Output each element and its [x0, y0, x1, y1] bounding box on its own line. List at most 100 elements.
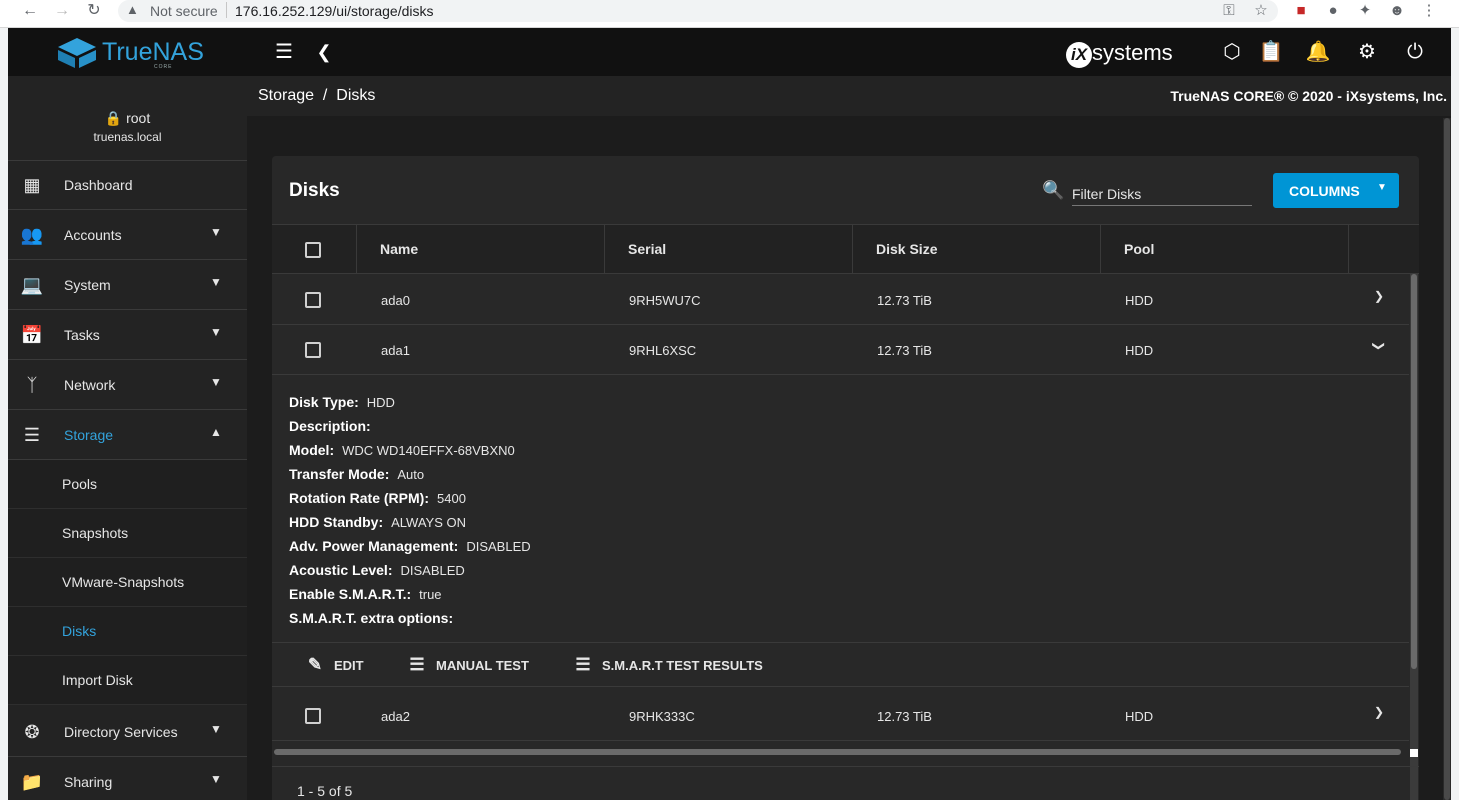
- caret-down-icon: ▼: [210, 772, 222, 786]
- chevron-right-icon[interactable]: ❯: [1374, 289, 1384, 303]
- key-icon[interactable]: ⚿: [1218, 0, 1240, 22]
- breadcrumb[interactable]: Storage / Disks: [258, 87, 375, 105]
- sidebar-item-network[interactable]: ᛉ Network ▼: [8, 361, 247, 410]
- list-icon: ☰: [575, 655, 591, 674]
- manual-test-button[interactable]: ☰ MANUAL TEST: [406, 655, 529, 675]
- sidebar-item-label: Directory Services: [64, 724, 178, 740]
- header-pool[interactable]: Pool: [1101, 225, 1349, 273]
- row-checkbox[interactable]: [305, 342, 321, 358]
- page-scrollbar[interactable]: [1443, 118, 1451, 800]
- clipboard-icon[interactable]: 📋: [1257, 38, 1285, 66]
- chevron-down-icon[interactable]: ❯: [1372, 341, 1386, 351]
- sidebar-item-label: Tasks: [64, 327, 100, 343]
- sidebar-subitem-label: Import Disk: [62, 672, 133, 688]
- top-bar: TrueNAS CORE ☰ ❮ iX systems ⬡ 📋 🔔 ⚙ ⏻: [8, 28, 1451, 76]
- url-text[interactable]: 176.16.252.129/ui/storage/disks: [235, 3, 433, 19]
- smart-results-label: S.M.A.R.T TEST RESULTS: [602, 658, 763, 673]
- detail-acoustic-level: Acoustic Level: DISABLED: [289, 562, 465, 578]
- disk-serial: 9RHL6XSC: [629, 343, 697, 358]
- sidebar-subitem-import-disk[interactable]: Import Disk: [8, 656, 247, 705]
- puzzle-icon[interactable]: ✦: [1354, 0, 1376, 22]
- scrollbar-thumb[interactable]: [1411, 274, 1417, 669]
- table-horizontal-scrollbar[interactable]: [274, 749, 1401, 755]
- menu-dots-icon[interactable]: ⋮: [1418, 0, 1440, 22]
- filter-box: 🔍: [1042, 178, 1254, 210]
- network-icon: ᛉ: [26, 375, 38, 395]
- header-serial[interactable]: Serial: [605, 225, 853, 273]
- detail-enable-smart: Enable S.M.A.R.T.: true: [289, 586, 442, 602]
- gear-icon[interactable]: ⚙: [1353, 38, 1381, 66]
- sidebar-item-directory-services[interactable]: ❂ Directory Services ▼: [8, 708, 247, 757]
- reload-icon[interactable]: ↻: [82, 0, 106, 22]
- table-row[interactable]: ada1 9RHL6XSC 12.73 TiB HDD ❯: [272, 325, 1409, 375]
- sidebar-subitem-snapshots[interactable]: Snapshots: [8, 509, 247, 558]
- power-icon[interactable]: ⏻: [1401, 38, 1429, 66]
- chevron-right-icon[interactable]: ❯: [1374, 705, 1384, 719]
- sidebar-item-label: Sharing: [64, 774, 113, 790]
- sidebar-item-system[interactable]: 💻 System ▼: [8, 261, 247, 310]
- star-icon[interactable]: ☆: [1250, 0, 1272, 22]
- people-icon: 👥: [20, 225, 44, 245]
- disk-serial: 9RHK333C: [629, 709, 695, 724]
- ix-text: systems: [1092, 40, 1173, 65]
- filter-disks-input[interactable]: [1072, 182, 1252, 206]
- detail-model: Model: WDC WD140EFFX-68VBXN0: [289, 442, 515, 458]
- disk-pool: HDD: [1125, 293, 1154, 308]
- hamburger-menu-icon[interactable]: ☰: [270, 38, 298, 66]
- profile-icon[interactable]: ☻: [1386, 0, 1408, 22]
- forward-icon[interactable]: →: [50, 0, 74, 22]
- row-checkbox[interactable]: [305, 708, 321, 724]
- truenas-logo[interactable]: TrueNAS CORE: [58, 36, 218, 70]
- sidebar-item-tasks[interactable]: 📅 Tasks ▼: [8, 311, 247, 360]
- sidebar-item-storage[interactable]: ☰ Storage ▲: [8, 411, 247, 460]
- bell-icon[interactable]: 🔔: [1304, 38, 1332, 66]
- disk-size: 12.73 TiB: [877, 293, 932, 308]
- page-title: Disks: [289, 180, 340, 201]
- sidebar-item-sharing[interactable]: 📁 Sharing ▼: [8, 758, 247, 800]
- address-bar[interactable]: ▲ Not secure 176.16.252.129/ui/storage/d…: [118, 0, 1278, 22]
- caret-up-icon: ▲: [210, 425, 222, 439]
- table-vertical-scrollbar[interactable]: [1410, 274, 1418, 800]
- dashboard-icon: ▦: [23, 175, 41, 195]
- laptop-icon: 💻: [20, 275, 44, 295]
- disk-details: Disk Type: HDD Description: Model: WDC WD1…: [272, 375, 1409, 643]
- edit-button[interactable]: ✎ EDIT: [304, 655, 364, 675]
- ixsystems-logo[interactable]: iX systems: [1066, 40, 1173, 68]
- table-row[interactable]: ada2 9RHK333C 12.73 TiB HDD ❯: [272, 691, 1409, 741]
- detail-hdd-standby: HDD Standby: ALWAYS ON: [289, 514, 467, 530]
- truenas-logo-icon: [58, 38, 96, 68]
- row-checkbox[interactable]: [305, 292, 321, 308]
- list-icon: ☰: [409, 655, 425, 674]
- sidebar-subitem-label: VMware-Snapshots: [62, 574, 185, 590]
- header-label: Pool: [1124, 241, 1155, 257]
- caret-down-icon: ▼: [1377, 182, 1387, 193]
- sidebar-item-accounts[interactable]: 👥 Accounts ▼: [8, 211, 247, 260]
- back-icon[interactable]: ←: [18, 0, 42, 22]
- pdf-extension-icon[interactable]: ■: [1290, 0, 1312, 22]
- columns-button[interactable]: COLUMNS ▼: [1273, 173, 1399, 208]
- smart-results-button[interactable]: ☰ S.M.A.R.T TEST RESULTS: [572, 655, 763, 675]
- disk-serial: 9RH5WU7C: [629, 293, 701, 308]
- scrollbar-corner: [1410, 749, 1418, 757]
- header-name[interactable]: Name: [357, 225, 605, 273]
- manual-test-label: MANUAL TEST: [436, 658, 529, 673]
- detail-smart-options: S.M.A.R.T. extra options:: [289, 610, 454, 626]
- divider: [226, 2, 227, 18]
- sidebar-subitem-label: Pools: [62, 476, 98, 492]
- disk-size: 12.73 TiB: [877, 343, 932, 358]
- sidebar-subitem-vmware-snapshots[interactable]: VMware-Snapshots: [8, 558, 247, 607]
- collapse-chevron-icon[interactable]: ❮: [310, 38, 338, 66]
- sidebar-item-label: Accounts: [64, 227, 122, 243]
- sidebar-item-dashboard[interactable]: ▦ Dashboard: [8, 161, 247, 210]
- sidebar-subitem-pools[interactable]: Pools: [8, 460, 247, 509]
- extension-icon[interactable]: ●: [1322, 0, 1344, 22]
- scrollbar-thumb[interactable]: [1444, 118, 1450, 800]
- table-row[interactable]: ada0 9RH5WU7C 12.73 TiB HDD ❯: [272, 275, 1409, 325]
- header-disk-size[interactable]: Disk Size: [853, 225, 1101, 273]
- truenas-app: TrueNAS CORE ☰ ❮ iX systems ⬡ 📋 🔔 ⚙ ⏻ 🔒 r…: [8, 28, 1451, 800]
- select-all-checkbox[interactable]: [305, 242, 321, 258]
- sidebar-subitem-disks[interactable]: Disks: [8, 607, 247, 656]
- ix-mark: iX: [1066, 42, 1092, 68]
- truecommand-icon[interactable]: ⬡: [1218, 38, 1246, 66]
- sidebar: 🔒 root truenas.local ▦ Dashboard 👥 Accou…: [8, 76, 247, 800]
